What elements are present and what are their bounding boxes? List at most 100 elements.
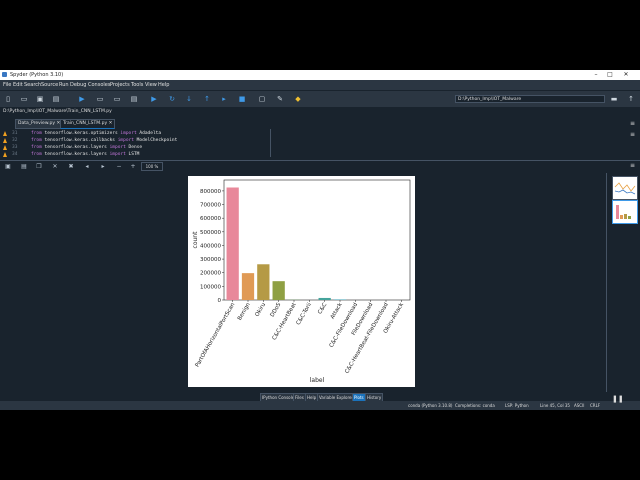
pause-icon[interactable]: ❚❚	[612, 394, 624, 404]
x-tick-label: DDoS	[270, 302, 283, 319]
x-tick-label: C&C-FileDownload	[329, 302, 359, 349]
plots-menu-icon[interactable]: ≡	[630, 162, 635, 169]
zoom-in-icon[interactable]: +	[129, 163, 137, 171]
x-tick-label: Okiru	[254, 302, 267, 318]
menu-bar: File Edit Search Source Run Debug Consol…	[0, 80, 640, 90]
menu-tools[interactable]: Tools	[131, 82, 143, 88]
title-bar: Spyder (Python 3.10) – □ ✕	[0, 70, 640, 80]
menu-search[interactable]: Search	[24, 82, 41, 88]
pane-tabs: IPython Console Files Help Variable Expl…	[0, 392, 640, 402]
close-button[interactable]: ✕	[620, 71, 632, 79]
run-icon[interactable]: ▶	[78, 95, 86, 103]
y-tick-label: 600000	[200, 216, 221, 222]
bar	[226, 187, 239, 300]
menu-debug[interactable]: Debug	[70, 82, 86, 88]
preferences-icon[interactable]: ✎	[276, 95, 284, 103]
menu-projects[interactable]: Projects	[110, 82, 130, 88]
open-file-icon[interactable]: ▭	[20, 95, 28, 103]
menu-source[interactable]: Source	[41, 82, 58, 88]
bar	[333, 299, 347, 300]
stop-debug-icon[interactable]: ■	[238, 95, 246, 103]
menu-edit[interactable]: Edit	[13, 82, 23, 88]
python-logo-icon	[2, 72, 7, 77]
y-tick-label: 700000	[200, 203, 221, 209]
save-all-icon[interactable]: ▤	[52, 95, 60, 103]
next-plot-icon[interactable]: ▸	[99, 163, 107, 171]
editor-tabs: Data_Preview.py ✕ Train_CNN_LSTM.py ✕ ≡	[0, 118, 640, 129]
maximize-button[interactable]: □	[604, 71, 616, 79]
tab-menu-icon[interactable]: ≡	[630, 120, 635, 127]
status-bar: conda (Python 3.10.8) Completions: conda…	[0, 401, 640, 410]
y-axis: 0 100000 200000 300000 400000 500000 600000 700…	[200, 189, 224, 304]
bar-chart: 0 100000 200000 300000 400000 500000 600000 700…	[192, 179, 411, 384]
y-tick-label: 100000	[200, 284, 221, 290]
plot-thumbnail-selected[interactable]	[612, 200, 638, 224]
new-file-icon[interactable]: ▯	[4, 95, 12, 103]
debug-step-icon[interactable]: ↻	[168, 95, 176, 103]
minimize-button[interactable]: –	[590, 71, 602, 79]
x-axis-label: label	[310, 377, 325, 384]
plot-figure: 0 100000 200000 300000 400000 500000 600000 700…	[188, 176, 415, 387]
maximize-pane-icon[interactable]: ▢	[258, 95, 266, 103]
status-lsp[interactable]: LSP: Python	[505, 403, 529, 408]
y-tick-label: 500000	[200, 230, 221, 236]
bar	[318, 297, 331, 300]
menu-run[interactable]: Run	[59, 82, 69, 88]
outline-menu-icon[interactable]: ≡	[630, 131, 635, 138]
bar	[272, 281, 285, 300]
menu-help[interactable]: Help	[158, 82, 169, 88]
x-tick-label: PartOfAHorizontalPortScan	[195, 302, 237, 369]
menu-consoles[interactable]: Consoles	[88, 82, 110, 88]
copy-plot-icon[interactable]: ❐	[35, 163, 43, 171]
tab-train-cnn-lstm[interactable]: Train_CNN_LSTM.py ✕	[60, 119, 116, 129]
run-cell-icon[interactable]: ▭	[96, 95, 104, 103]
debug-icon[interactable]: ▶	[150, 95, 158, 103]
remove-all-plots-icon[interactable]: ✖	[67, 163, 75, 171]
continue-icon[interactable]: ▸	[220, 95, 228, 103]
y-tick-label: 400000	[200, 243, 221, 249]
code-line: 32 from tensorflow.keras.callbacks impor…	[0, 137, 270, 144]
status-position: Line 45, Col 35	[540, 403, 570, 408]
run-cell-advance-icon[interactable]: ▭	[113, 95, 121, 103]
status-encoding: ASCII	[574, 403, 585, 408]
menu-file[interactable]: File	[3, 82, 11, 88]
close-tab-icon[interactable]: ✕	[109, 121, 113, 126]
bar	[241, 273, 255, 300]
save-plot-icon[interactable]: ▣	[4, 163, 12, 171]
warning-icon	[3, 145, 7, 150]
working-directory-input[interactable]: D:\Python_Imp\IOT_Malware	[455, 95, 605, 103]
x-axis: PartOfAHorizontalPortScan Benign Okiru DDoS…	[195, 300, 405, 375]
status-env[interactable]: conda (Python 3.10.8)	[408, 403, 452, 408]
editor-splitter[interactable]	[270, 129, 271, 157]
parent-dir-icon[interactable]: ↑	[627, 95, 635, 103]
run-selection-icon[interactable]: ▤	[130, 95, 138, 103]
y-axis-label: count	[192, 231, 199, 249]
code-line: 31 from tensorflow.keras.optimizers impo…	[0, 130, 270, 137]
python-path-icon[interactable]: ◆	[294, 95, 302, 103]
browse-folder-icon[interactable]: ▬	[610, 95, 618, 103]
menu-view[interactable]: View	[145, 82, 157, 88]
y-tick-label: 200000	[200, 271, 221, 277]
step-into-icon[interactable]: ↓	[185, 95, 193, 103]
plot-thumbnails	[606, 173, 638, 393]
plot-thumbnail[interactable]	[612, 176, 638, 200]
zoom-level-field[interactable]: 100 %	[141, 162, 163, 171]
status-completions[interactable]: Completions: conda	[455, 403, 495, 408]
bar	[257, 264, 270, 300]
tab-data-preview[interactable]: Data_Preview.py ✕	[15, 119, 64, 129]
y-tick-label: 0	[218, 298, 222, 304]
step-return-icon[interactable]: ↑	[203, 95, 211, 103]
window-title: Spyder (Python 3.10)	[10, 72, 64, 78]
code-editor[interactable]: 31 from tensorflow.keras.optimizers impo…	[0, 129, 640, 157]
y-tick-label: 800000	[200, 189, 221, 195]
x-tick-label: Attack	[330, 301, 344, 320]
save-all-plots-icon[interactable]: ▤	[20, 163, 28, 171]
x-tick-label: C&C	[317, 302, 328, 316]
file-path-label: D:\Python_Imp\IOT_Malware\Train_CNN_LSTM…	[3, 109, 112, 114]
warning-icon	[3, 152, 7, 157]
file-path-bar: D:\Python_Imp\IOT_Malware\Train_CNN_LSTM…	[0, 107, 640, 116]
save-icon[interactable]: ▣	[36, 95, 44, 103]
zoom-out-icon[interactable]: −	[115, 163, 123, 171]
previous-plot-icon[interactable]: ◂	[83, 163, 91, 171]
remove-plot-icon[interactable]: ✕	[51, 163, 59, 171]
